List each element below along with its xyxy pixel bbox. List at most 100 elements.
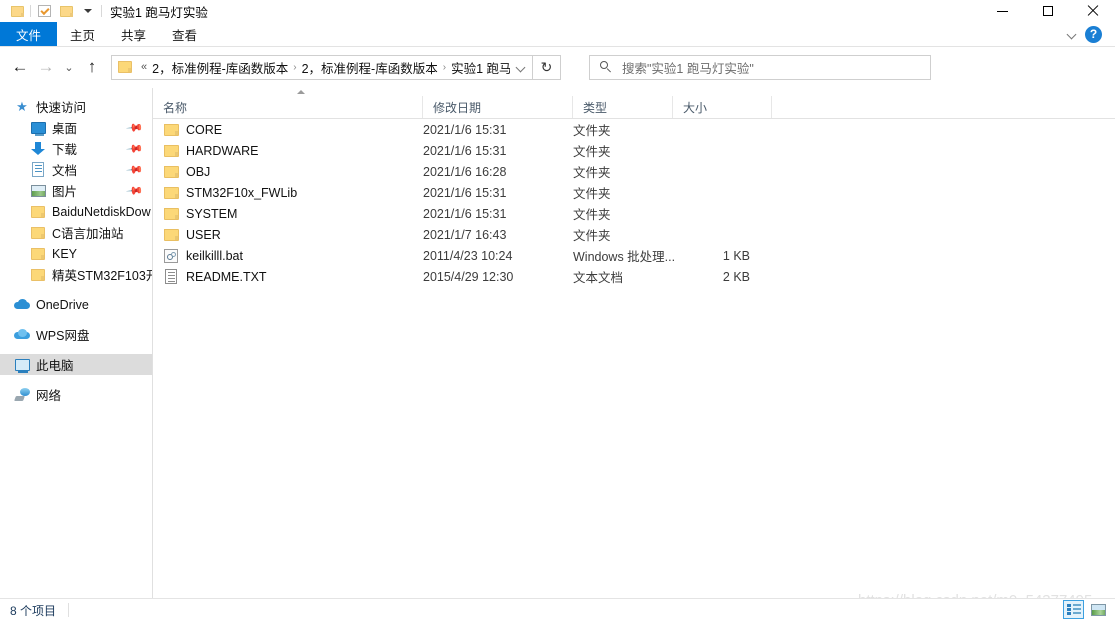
folder-icon bbox=[163, 227, 179, 243]
column-header-label: 大小 bbox=[683, 100, 708, 115]
back-button[interactable]: ← bbox=[7, 54, 33, 80]
recent-locations-button[interactable]: ⌄ bbox=[59, 54, 79, 80]
breadcrumb-separator[interactable]: › bbox=[293, 62, 296, 73]
file-name: SYSTEM bbox=[186, 206, 238, 221]
this-pc-icon bbox=[14, 357, 30, 373]
table-row[interactable]: SYSTEM 2021/1/6 15:31 文件夹 bbox=[153, 203, 1115, 224]
sidebar-item-label: 快速访问 bbox=[36, 101, 87, 115]
network-icon bbox=[14, 387, 30, 403]
qat-properties-button[interactable] bbox=[33, 1, 55, 21]
file-date: 2021/1/6 15:31 bbox=[423, 143, 507, 158]
sidebar-item-network[interactable]: 网络 bbox=[0, 384, 152, 405]
sidebar-item-onedrive[interactable]: OneDrive bbox=[0, 294, 152, 315]
sidebar-item-downloads[interactable]: 下载 📌 bbox=[0, 138, 152, 159]
pin-icon: 📌 bbox=[125, 139, 144, 158]
close-button[interactable] bbox=[1070, 0, 1115, 22]
qat-folder-button[interactable] bbox=[6, 1, 28, 21]
sidebar-item-pictures[interactable]: 图片 📌 bbox=[0, 180, 152, 201]
tab-file[interactable]: 文件 bbox=[0, 22, 58, 46]
maximize-icon bbox=[1042, 6, 1053, 16]
folder-icon bbox=[30, 246, 46, 262]
sort-ascending-icon bbox=[297, 90, 305, 94]
status-bar: 8 个项目 bbox=[0, 598, 1115, 621]
table-row[interactable]: OBJ 2021/1/6 16:28 文件夹 bbox=[153, 161, 1115, 182]
bat-file-icon bbox=[163, 248, 179, 264]
window-controls bbox=[980, 0, 1115, 22]
column-header-size[interactable]: 大小 bbox=[673, 96, 772, 118]
qat-customize-button[interactable] bbox=[77, 1, 99, 21]
sidebar-item-label: 此电脑 bbox=[36, 359, 74, 373]
ribbon-tabs: 文件 主页 共享 查看 ? bbox=[0, 22, 1115, 46]
file-date: 2021/1/6 15:31 bbox=[423, 122, 507, 137]
tab-share[interactable]: 共享 bbox=[108, 22, 159, 46]
up-button[interactable]: ↑ bbox=[79, 54, 105, 80]
forward-button[interactable]: → bbox=[33, 54, 59, 80]
dropdown-icon bbox=[84, 9, 92, 13]
folder-icon bbox=[163, 122, 179, 138]
column-header-name[interactable]: 名称 bbox=[153, 90, 423, 118]
breadcrumb-item-2[interactable]: 2，标准例程-库函数版本 bbox=[302, 58, 438, 77]
breadcrumb-item-1[interactable]: 2，标准例程-库函数版本 bbox=[152, 58, 288, 77]
file-type: Windows 批处理... bbox=[573, 250, 676, 264]
table-row[interactable]: STM32F10x_FWLib 2021/1/6 15:31 文件夹 bbox=[153, 182, 1115, 203]
maximize-button[interactable] bbox=[1025, 0, 1070, 22]
sidebar-item-wps-cloud[interactable]: WPS网盘 bbox=[0, 324, 152, 345]
folder-icon bbox=[59, 5, 73, 17]
search-icon bbox=[600, 61, 612, 73]
column-header-label: 类型 bbox=[583, 100, 608, 115]
column-header-label: 修改日期 bbox=[433, 100, 482, 115]
cloud-wps-icon bbox=[14, 327, 30, 343]
qat-newfolder-button[interactable] bbox=[55, 1, 77, 21]
sidebar-item-this-pc[interactable]: 此电脑 bbox=[0, 354, 152, 375]
file-name-cell: OBJ bbox=[153, 164, 423, 180]
sidebar-item-quick-access[interactable]: ★ 快速访问 bbox=[0, 96, 152, 117]
tab-home[interactable]: 主页 bbox=[57, 22, 108, 46]
minimize-button[interactable] bbox=[980, 0, 1025, 22]
help-button[interactable]: ? bbox=[1085, 25, 1102, 43]
breadcrumb-separator[interactable]: › bbox=[443, 62, 446, 73]
large-icons-view-icon bbox=[1091, 603, 1106, 616]
breadcrumb-item-3[interactable]: 实验1 跑马灯实验 bbox=[451, 58, 510, 77]
sidebar-item-label: OneDrive bbox=[36, 297, 89, 312]
breadcrumb-overflow[interactable]: « bbox=[141, 61, 147, 73]
search-input[interactable]: 搜索"实验1 跑马灯实验" bbox=[622, 58, 754, 77]
column-header-date[interactable]: 修改日期 bbox=[423, 96, 573, 118]
address-bar[interactable]: « 2，标准例程-库函数版本 › 2，标准例程-库函数版本 › 实验1 跑马灯实… bbox=[111, 54, 533, 80]
file-name-cell: USER bbox=[153, 227, 423, 243]
file-name: README.TXT bbox=[186, 269, 267, 284]
sidebar-item-label: BaiduNetdiskDow bbox=[52, 204, 151, 219]
pin-icon: 📌 bbox=[125, 118, 144, 137]
sidebar-item-desktop[interactable]: 桌面 📌 bbox=[0, 117, 152, 138]
sidebar-item-label: 图片 bbox=[52, 185, 78, 199]
column-header-type[interactable]: 类型 bbox=[573, 96, 673, 118]
address-dropdown-button[interactable] bbox=[510, 56, 532, 79]
file-name-cell: keilkilll.bat bbox=[153, 248, 423, 264]
file-date: 2015/4/29 12:30 bbox=[423, 269, 514, 284]
sidebar-item-c-language[interactable]: C语言加油站 bbox=[0, 222, 152, 243]
table-row[interactable]: HARDWARE 2021/1/6 15:31 文件夹 bbox=[153, 140, 1115, 161]
search-box[interactable]: 搜索"实验1 跑马灯实验" bbox=[589, 54, 931, 80]
refresh-button[interactable]: ↻ bbox=[533, 54, 561, 80]
file-name: CORE bbox=[186, 122, 223, 137]
table-row[interactable]: keilkilll.bat 2011/4/23 10:24 Windows 批处… bbox=[153, 245, 1115, 266]
sidebar-item-baidunetdisk[interactable]: BaiduNetdiskDow bbox=[0, 201, 152, 222]
sidebar-item-stm32f103[interactable]: 精英STM32F103开 bbox=[0, 264, 158, 285]
sidebar-item-key[interactable]: KEY bbox=[0, 243, 152, 264]
table-row[interactable]: CORE 2021/1/6 15:31 文件夹 bbox=[153, 119, 1115, 140]
sidebar-item-documents[interactable]: 文档 📌 bbox=[0, 159, 152, 180]
large-icons-view-button[interactable] bbox=[1088, 600, 1109, 619]
file-type: 文件夹 bbox=[573, 208, 611, 222]
cloud-icon bbox=[14, 297, 30, 313]
file-type: 文件夹 bbox=[573, 166, 611, 180]
navigation-bar: ← → ⌄ ↑ « 2，标准例程-库函数版本 › 2，标准例程-库函数版本 › … bbox=[0, 47, 1115, 87]
expand-ribbon-icon[interactable] bbox=[1068, 30, 1077, 39]
details-view-button[interactable] bbox=[1063, 600, 1084, 619]
breadcrumb: « 2，标准例程-库函数版本 › 2，标准例程-库函数版本 › 实验1 跑马灯实… bbox=[136, 58, 510, 77]
tab-view[interactable]: 查看 bbox=[159, 22, 210, 46]
table-row[interactable]: USER 2021/1/7 16:43 文件夹 bbox=[153, 224, 1115, 245]
file-name-cell: STM32F10x_FWLib bbox=[153, 185, 423, 201]
table-row[interactable]: README.TXT 2015/4/29 12:30 文本文档 2 KB bbox=[153, 266, 1115, 287]
view-toggle-buttons bbox=[1063, 600, 1109, 619]
